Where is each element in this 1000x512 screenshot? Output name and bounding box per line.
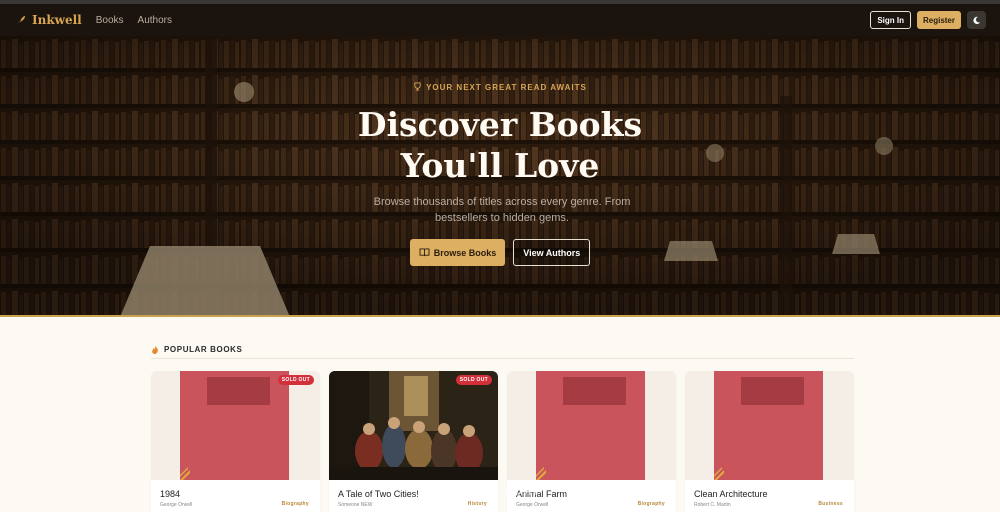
book-title[interactable]: 1984 <box>160 489 180 499</box>
book-category: History <box>467 501 487 507</box>
book-author: Robert C. Martin <box>694 502 731 508</box>
top-navbar: Inkwell Books Authors Sign In Register <box>0 4 1000 36</box>
hero-eyebrow: YOUR NEXT GREAT READ AWAITS <box>0 82 1000 92</box>
cover-label <box>563 377 626 405</box>
fire-icon <box>152 345 158 354</box>
browse-books-button[interactable]: Browse Books <box>409 239 506 266</box>
theme-toggle-button[interactable] <box>967 11 986 29</box>
hero-actions: Browse Books View Authors <box>0 239 1000 266</box>
book-card-1984[interactable]: SOLD OUT 1984 George Orwell Biography <box>151 371 320 512</box>
book-cover <box>685 371 854 480</box>
nav-actions: Sign In Register <box>870 11 986 29</box>
cover-corner-decoration <box>536 467 546 480</box>
painting-book-cover <box>329 371 498 480</box>
register-button[interactable]: Register <box>916 11 961 29</box>
book-card-a-tale-of-two-cities[interactable]: SOLD OUT A Tale of Two Cities! Someone N… <box>329 371 498 512</box>
cover-corner-decoration <box>714 467 724 480</box>
hero-title-line1: Discover Books <box>357 105 643 144</box>
moon-icon <box>973 16 981 24</box>
cover-corner-decoration <box>180 467 190 480</box>
popular-books-grid: SOLD OUT 1984 George Orwell Biography SO… <box>151 371 854 512</box>
book-category: Business <box>818 501 843 507</box>
popular-books-header: POPULAR BOOKS <box>151 345 242 354</box>
book-category: Biography <box>637 501 665 507</box>
feather-icon <box>14 14 26 26</box>
hero-title: Discover Books You'll Love <box>0 104 1000 186</box>
hero-title-line2: You'll Love <box>400 146 600 185</box>
browse-books-label: Browse Books <box>433 247 497 258</box>
view-authors-button[interactable]: View Authors <box>513 239 591 266</box>
section-divider <box>151 358 854 359</box>
book-cover <box>507 371 676 480</box>
popular-books-title: POPULAR BOOKS <box>164 345 243 354</box>
placeholder-book-cover <box>180 371 289 480</box>
book-card-clean-architecture[interactable]: Clean Architecture Robert C. Martin Busi… <box>685 371 854 512</box>
nav-link-books[interactable]: Books <box>96 15 124 26</box>
book-title[interactable]: Clean Architecture <box>694 489 768 499</box>
brand-logo[interactable]: Inkwell <box>14 13 82 27</box>
hero-eyebrow-text: YOUR NEXT GREAT READ AWAITS <box>426 83 587 92</box>
brand-name: Inkwell <box>32 13 82 27</box>
book-open-icon <box>419 248 430 257</box>
book-cover <box>151 371 320 480</box>
sign-in-button[interactable]: Sign In <box>870 11 911 29</box>
cover-label <box>207 377 270 405</box>
placeholder-book-cover <box>536 371 645 480</box>
book-author: George Orwell <box>160 502 193 508</box>
sold-out-badge: SOLD OUT <box>277 375 314 385</box>
hero-divider <box>0 315 1000 317</box>
book-category: Biography <box>281 501 309 507</box>
nav-link-authors[interactable]: Authors <box>138 15 172 26</box>
trophy-icon <box>413 82 422 91</box>
sold-out-badge: SOLD OUT <box>455 375 492 385</box>
book-title[interactable]: A Tale of Two Cities! <box>338 489 419 499</box>
hero-subtitle: Browse thousands of titles across every … <box>373 196 631 224</box>
book-author: George Orwell <box>516 502 549 508</box>
book-title[interactable]: Animal Farm <box>516 489 567 499</box>
book-card-animal-farm[interactable]: Animal Farm George Orwell Biography <box>507 371 676 512</box>
book-author: Someone NEW <box>338 502 373 508</box>
cover-label <box>741 377 804 405</box>
placeholder-book-cover <box>714 371 823 480</box>
